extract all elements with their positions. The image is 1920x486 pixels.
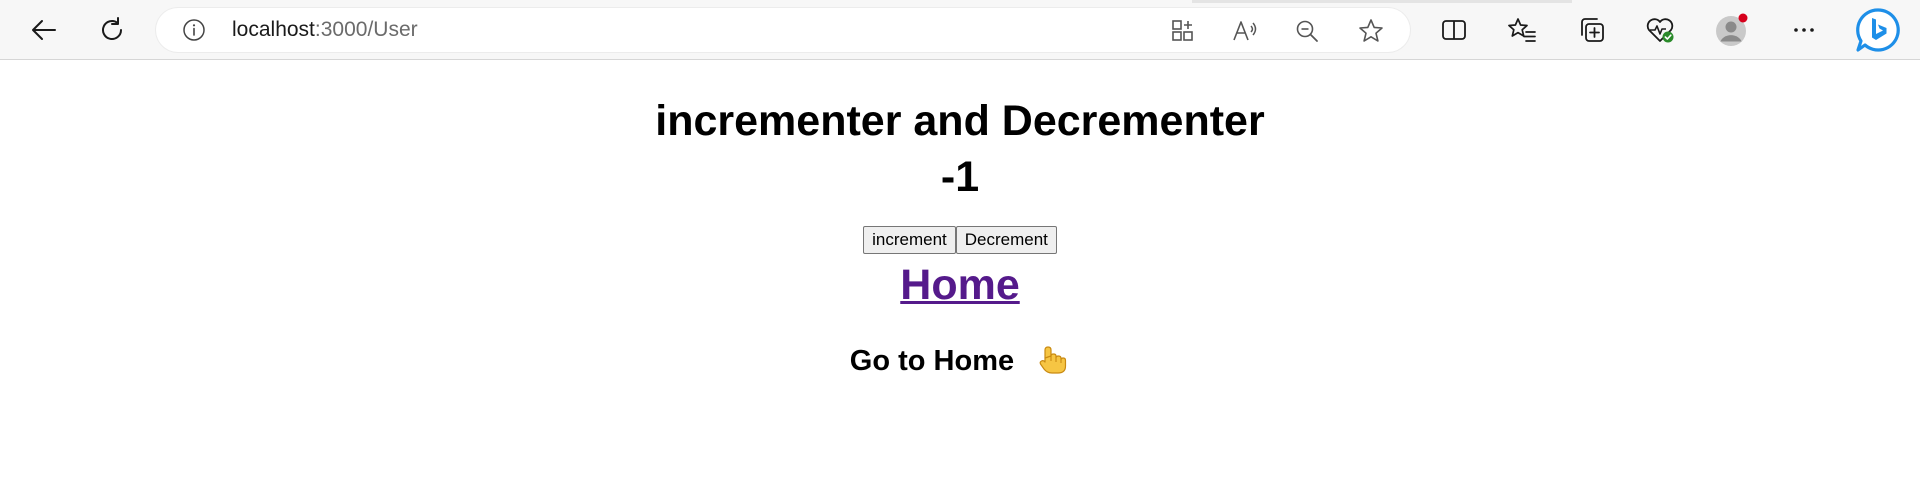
star-icon: [1359, 19, 1383, 42]
zoom-out-button[interactable]: [1292, 16, 1322, 46]
increment-button[interactable]: increment: [863, 226, 956, 254]
more-button[interactable]: [1784, 10, 1824, 50]
bing-copilot-button[interactable]: [1854, 6, 1902, 54]
back-arrow-icon: [32, 20, 56, 40]
more-icon: [1794, 28, 1814, 32]
counter-buttons: increment Decrement: [0, 226, 1920, 254]
address-bar[interactable]: localhost:3000/User: [156, 8, 1410, 52]
bing-copilot-icon: [1856, 8, 1900, 52]
browser-essentials-button[interactable]: [1640, 10, 1680, 50]
pointing-hand-icon: [1036, 342, 1070, 385]
apps-icon: [1172, 20, 1193, 41]
split-screen-button[interactable]: [1434, 10, 1474, 50]
refresh-icon: [102, 17, 122, 41]
collections-button[interactable]: [1572, 10, 1612, 50]
apps-button[interactable]: [1168, 16, 1198, 46]
favorites-button[interactable]: [1502, 10, 1542, 50]
go-home-text: Go to Home: [849, 345, 1015, 377]
go-home-heading: Go to Home: [0, 342, 1920, 385]
collections-icon: [1581, 18, 1604, 42]
refresh-button[interactable]: [92, 10, 132, 50]
zoom-out-icon: [1296, 20, 1318, 42]
browser-toolbar: localhost:3000/User: [0, 0, 1920, 60]
read-aloud-icon: [1233, 21, 1257, 41]
page-content: incrementer and Decrementer -1 increment…: [0, 60, 1920, 486]
back-button[interactable]: [24, 10, 64, 50]
decrement-button[interactable]: Decrement: [955, 226, 1057, 254]
url-path: :3000/User: [314, 18, 418, 41]
page-title: incrementer and Decrementer: [655, 97, 1265, 145]
info-icon[interactable]: [182, 18, 206, 42]
url-host: localhost: [232, 18, 315, 41]
profile-icon: [1716, 13, 1748, 46]
split-screen-icon: [1442, 20, 1466, 40]
home-link-wrapper: Home: [0, 260, 1920, 310]
profile-button[interactable]: [1712, 10, 1752, 50]
browser-essentials-icon: [1646, 18, 1674, 43]
url-text[interactable]: localhost:3000/User: [232, 8, 418, 52]
counter-value: -1: [940, 153, 980, 201]
tab-strip-edge: [1192, 0, 1572, 3]
favorites-icon: [1508, 18, 1536, 42]
add-favorite-button[interactable]: [1356, 16, 1386, 46]
home-link[interactable]: Home: [900, 261, 1019, 309]
read-aloud-button[interactable]: [1230, 16, 1260, 46]
